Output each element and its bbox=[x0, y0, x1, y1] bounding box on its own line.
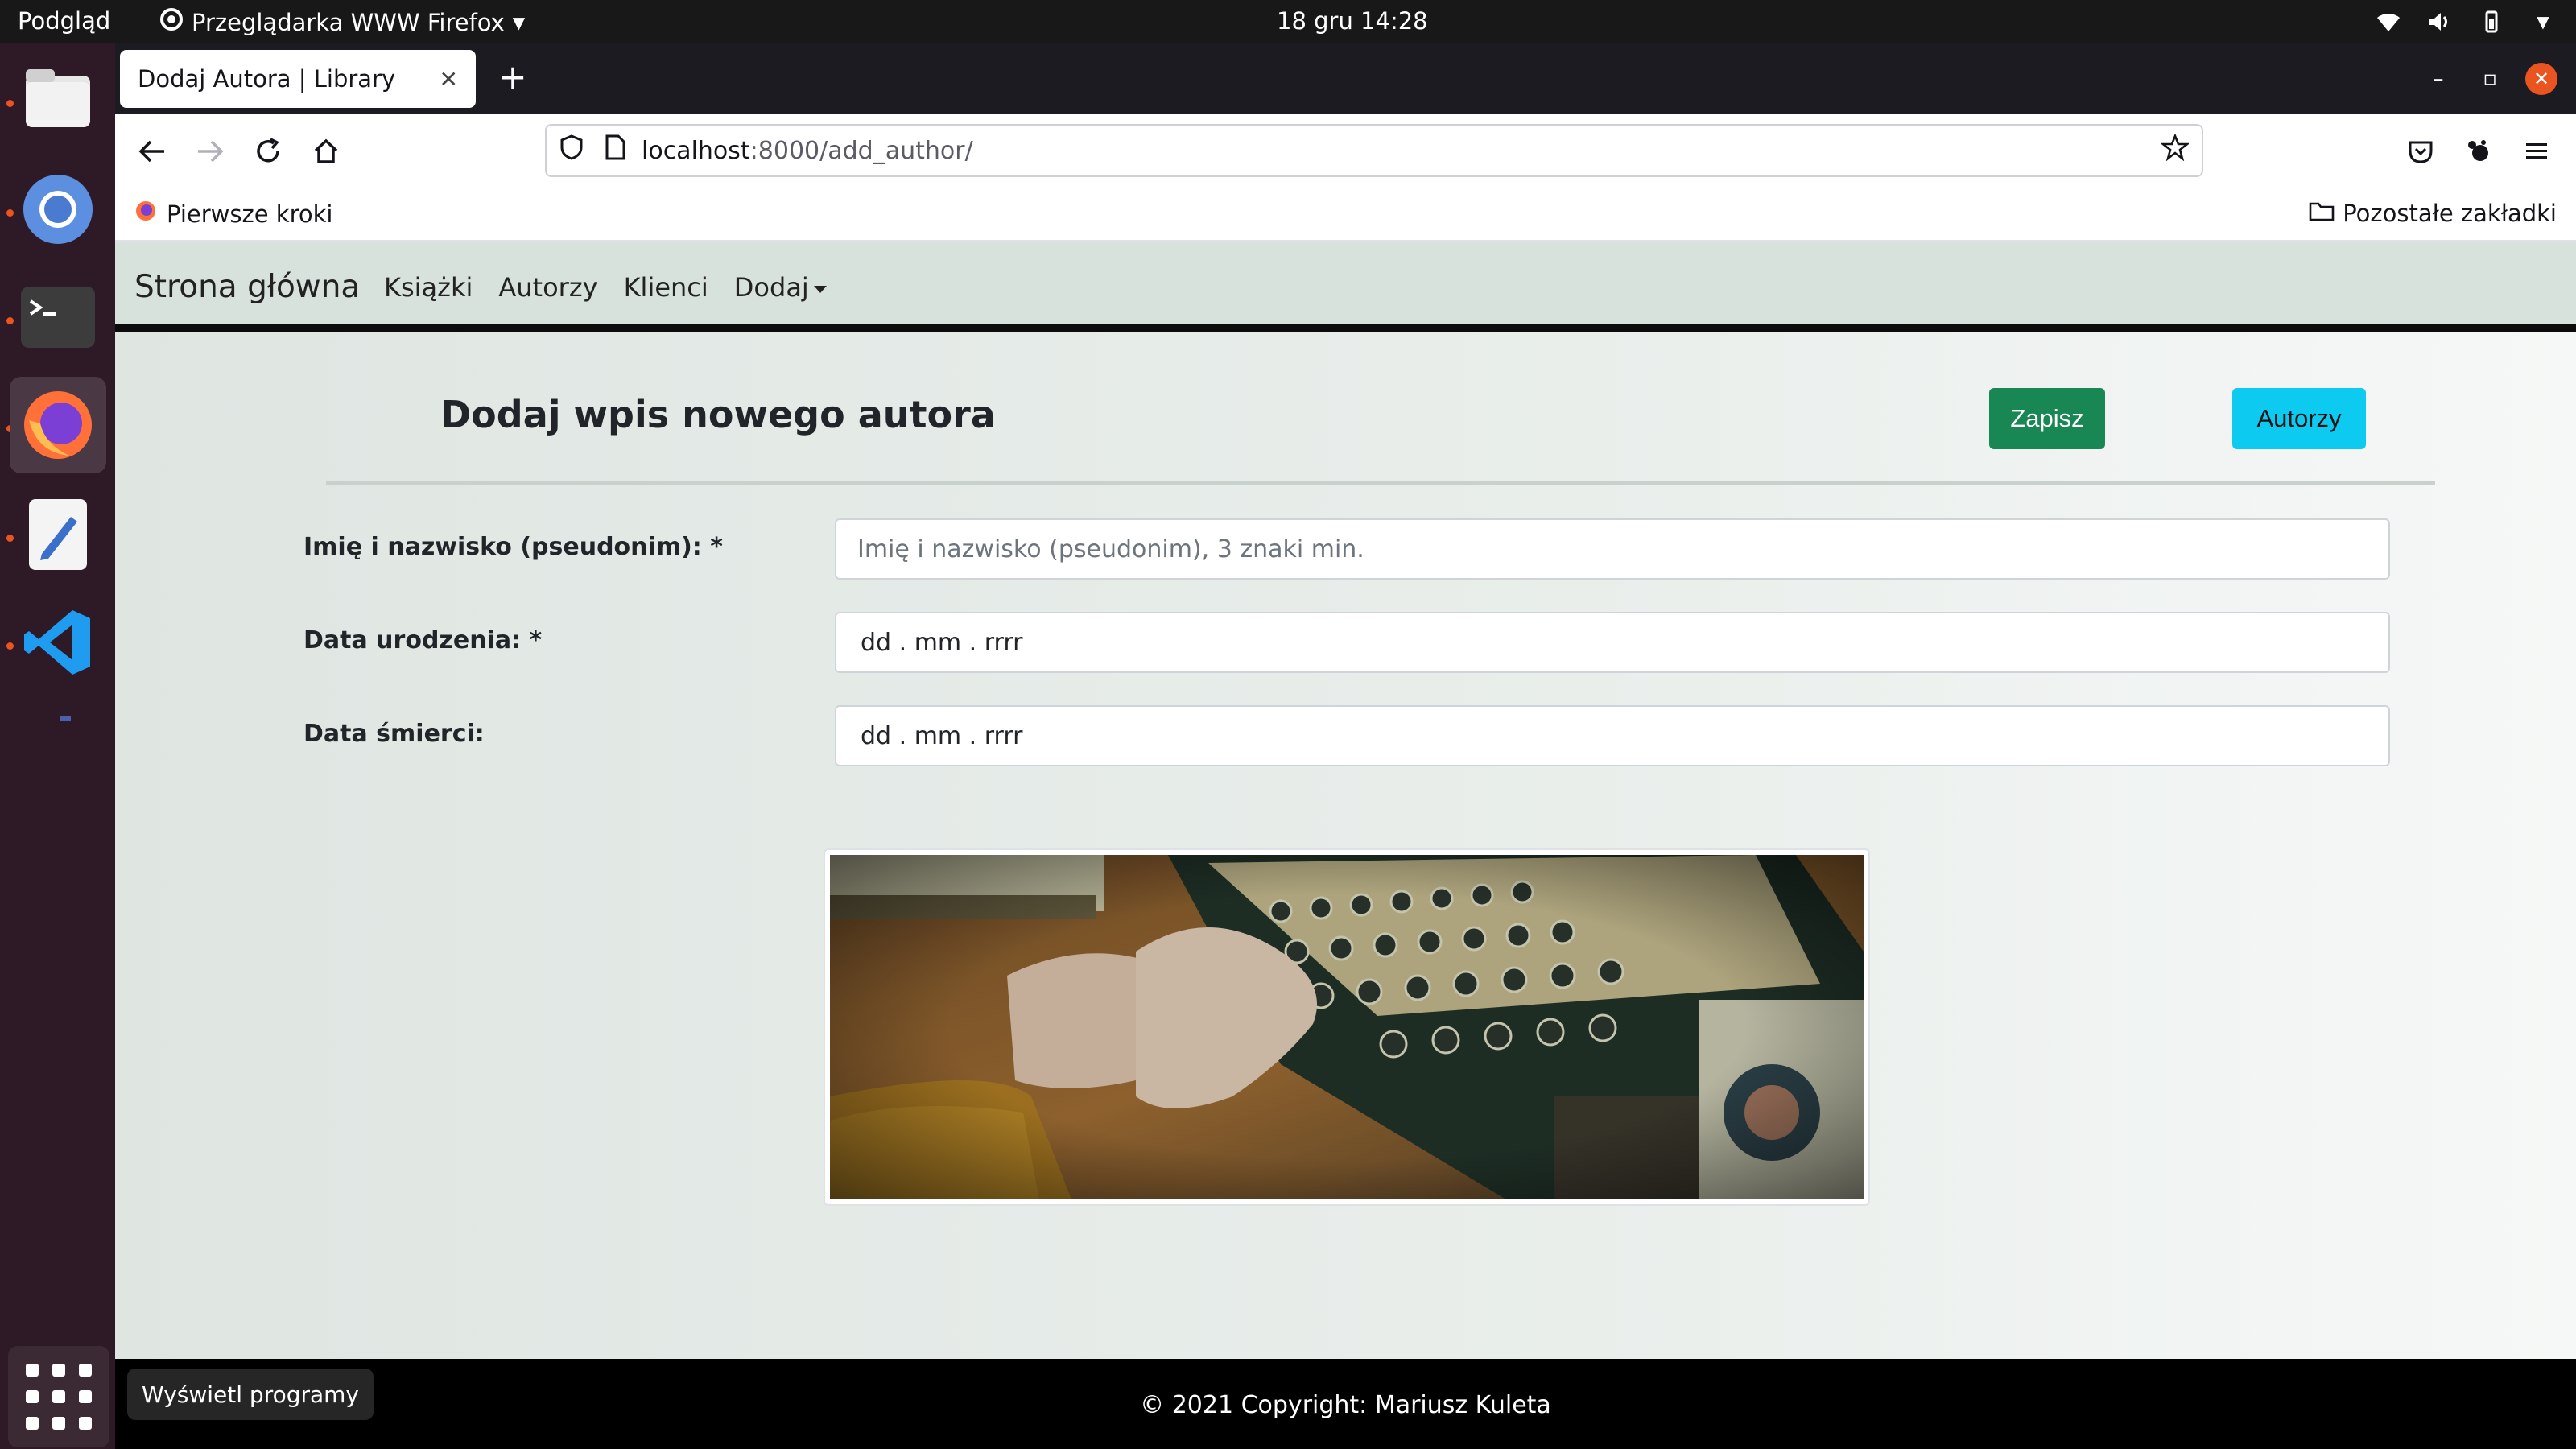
typewriter-photo-frame bbox=[824, 848, 1870, 1206]
pocket-icon[interactable] bbox=[2403, 134, 2438, 169]
show-apps-tooltip: Wyświetl programy bbox=[127, 1368, 374, 1420]
battery-icon[interactable] bbox=[2478, 8, 2505, 35]
menu-hamburger-icon[interactable] bbox=[2519, 134, 2554, 169]
tab-title: Dodaj Autora | Library bbox=[138, 65, 396, 93]
page-title: Dodaj wpis nowego autora bbox=[440, 393, 996, 436]
footer-copyright: © 2021 Copyright: Mariusz Kuleta bbox=[1140, 1391, 1551, 1419]
files-icon[interactable] bbox=[10, 50, 106, 147]
other-bookmarks-label: Pozostałe zakładki bbox=[2343, 200, 2557, 227]
show-applications-button[interactable] bbox=[8, 1346, 109, 1447]
authors-button[interactable]: Autorzy bbox=[2232, 388, 2366, 449]
dock bbox=[0, 43, 115, 1449]
form-row-name: Imię i nazwisko (pseudonim): * bbox=[303, 518, 2517, 580]
other-bookmarks[interactable]: Pozostałe zakładki bbox=[2309, 200, 2557, 227]
site-footer: © 2021 Copyright: Mariusz Kuleta bbox=[115, 1359, 2576, 1449]
app-menu[interactable]: Przeglądarka WWW Firefox ▼ bbox=[159, 7, 525, 37]
name-label: Imię i nazwisko (pseudonim): * bbox=[303, 533, 723, 561]
page-info-icon[interactable] bbox=[605, 134, 625, 167]
birth-date-label: Data urodzenia: * bbox=[303, 626, 543, 654]
death-date-label: Data śmierci: bbox=[303, 720, 485, 748]
save-button[interactable]: Zapisz bbox=[1989, 388, 2105, 449]
tab-strip: Dodaj Autora | Library ✕ + – ▫ ✕ bbox=[115, 43, 2576, 114]
extensions-icon[interactable] bbox=[2461, 134, 2496, 169]
nav-link-books[interactable]: Książki bbox=[384, 272, 473, 303]
bookmark-star-icon[interactable] bbox=[2160, 133, 2190, 167]
nav-dropdown-add-label: Dodaj bbox=[733, 272, 809, 303]
folder-icon bbox=[2309, 200, 2334, 227]
activities-button[interactable]: Podgląd bbox=[18, 7, 110, 35]
dock-separator bbox=[60, 716, 71, 721]
death-date-input[interactable]: dd . mm . rrrr bbox=[835, 705, 2390, 766]
url-bar[interactable]: localhost :8000/add_author/ bbox=[545, 124, 2203, 177]
url-host: localhost bbox=[642, 136, 750, 165]
chevron-down-icon: ▼ bbox=[512, 12, 526, 32]
close-window-button[interactable]: ✕ bbox=[2525, 63, 2557, 95]
text-editor-icon[interactable] bbox=[10, 486, 106, 583]
back-button[interactable] bbox=[134, 134, 170, 169]
new-tab-button[interactable]: + bbox=[493, 60, 532, 98]
firefox-favicon-icon bbox=[134, 200, 157, 228]
name-input[interactable] bbox=[835, 518, 2390, 580]
terminal-icon[interactable] bbox=[10, 269, 106, 365]
vscode-icon[interactable] bbox=[10, 594, 106, 691]
page-viewport: Strona główna Książki Autorzy Klienci Do… bbox=[115, 242, 2576, 1449]
system-top-bar: Podgląd Przeglądarka WWW Firefox ▼ 18 gr… bbox=[0, 0, 2576, 43]
navbar-brand[interactable]: Strona główna bbox=[134, 269, 360, 305]
bookmark-label: Pierwsze kroki bbox=[167, 200, 333, 228]
minimize-button[interactable]: – bbox=[2422, 63, 2454, 95]
chromium-icon[interactable] bbox=[10, 161, 106, 258]
browser-toolbar: localhost :8000/add_author/ bbox=[115, 114, 2576, 188]
nav-link-clients[interactable]: Klienci bbox=[624, 272, 708, 303]
form-row-birth: Data urodzenia: * dd . mm . rrrr bbox=[303, 612, 2517, 673]
url-path: :8000/add_author/ bbox=[749, 136, 973, 165]
caret-down-icon bbox=[813, 285, 827, 293]
system-menu-chevron-icon[interactable]: ▼ bbox=[2529, 8, 2557, 35]
wifi-icon[interactable] bbox=[2375, 8, 2402, 35]
site-nav-links: Książki Autorzy Klienci Dodaj bbox=[384, 272, 827, 303]
close-tab-icon[interactable]: ✕ bbox=[440, 66, 458, 93]
form-header: Dodaj wpis nowego autora bbox=[326, 393, 2435, 441]
clock[interactable]: 18 gru 14:28 bbox=[1277, 7, 1428, 35]
tab-active[interactable]: Dodaj Autora | Library ✕ bbox=[120, 50, 476, 108]
site-navbar: Strona główna Książki Autorzy Klienci Do… bbox=[115, 242, 2576, 332]
nav-dropdown-add[interactable]: Dodaj bbox=[734, 272, 827, 303]
firefox-small-icon bbox=[159, 7, 184, 37]
app-menu-label: Przeglądarka WWW Firefox bbox=[192, 8, 505, 36]
birth-date-input[interactable]: dd . mm . rrrr bbox=[835, 612, 2390, 673]
reload-button[interactable] bbox=[250, 134, 286, 169]
firefox-window: Dodaj Autora | Library ✕ + – ▫ ✕ localho bbox=[115, 43, 2576, 1449]
nav-link-authors[interactable]: Autorzy bbox=[498, 272, 597, 303]
bookmark-getting-started[interactable]: Pierwsze kroki bbox=[134, 200, 332, 228]
typewriter-photo bbox=[830, 855, 1864, 1199]
forward-button[interactable] bbox=[192, 134, 228, 169]
header-divider bbox=[326, 481, 2435, 485]
firefox-icon[interactable] bbox=[10, 377, 106, 473]
form-row-death: Data śmierci: dd . mm . rrrr bbox=[303, 705, 2517, 766]
system-tray[interactable]: ▼ bbox=[2375, 8, 2557, 35]
volume-icon[interactable] bbox=[2426, 8, 2454, 35]
home-button[interactable] bbox=[308, 134, 344, 169]
restore-button[interactable]: ▫ bbox=[2474, 63, 2506, 95]
tracking-protection-shield-icon[interactable] bbox=[559, 134, 584, 167]
bookmarks-toolbar: Pierwsze kroki Pozostałe zakładki bbox=[115, 188, 2576, 242]
